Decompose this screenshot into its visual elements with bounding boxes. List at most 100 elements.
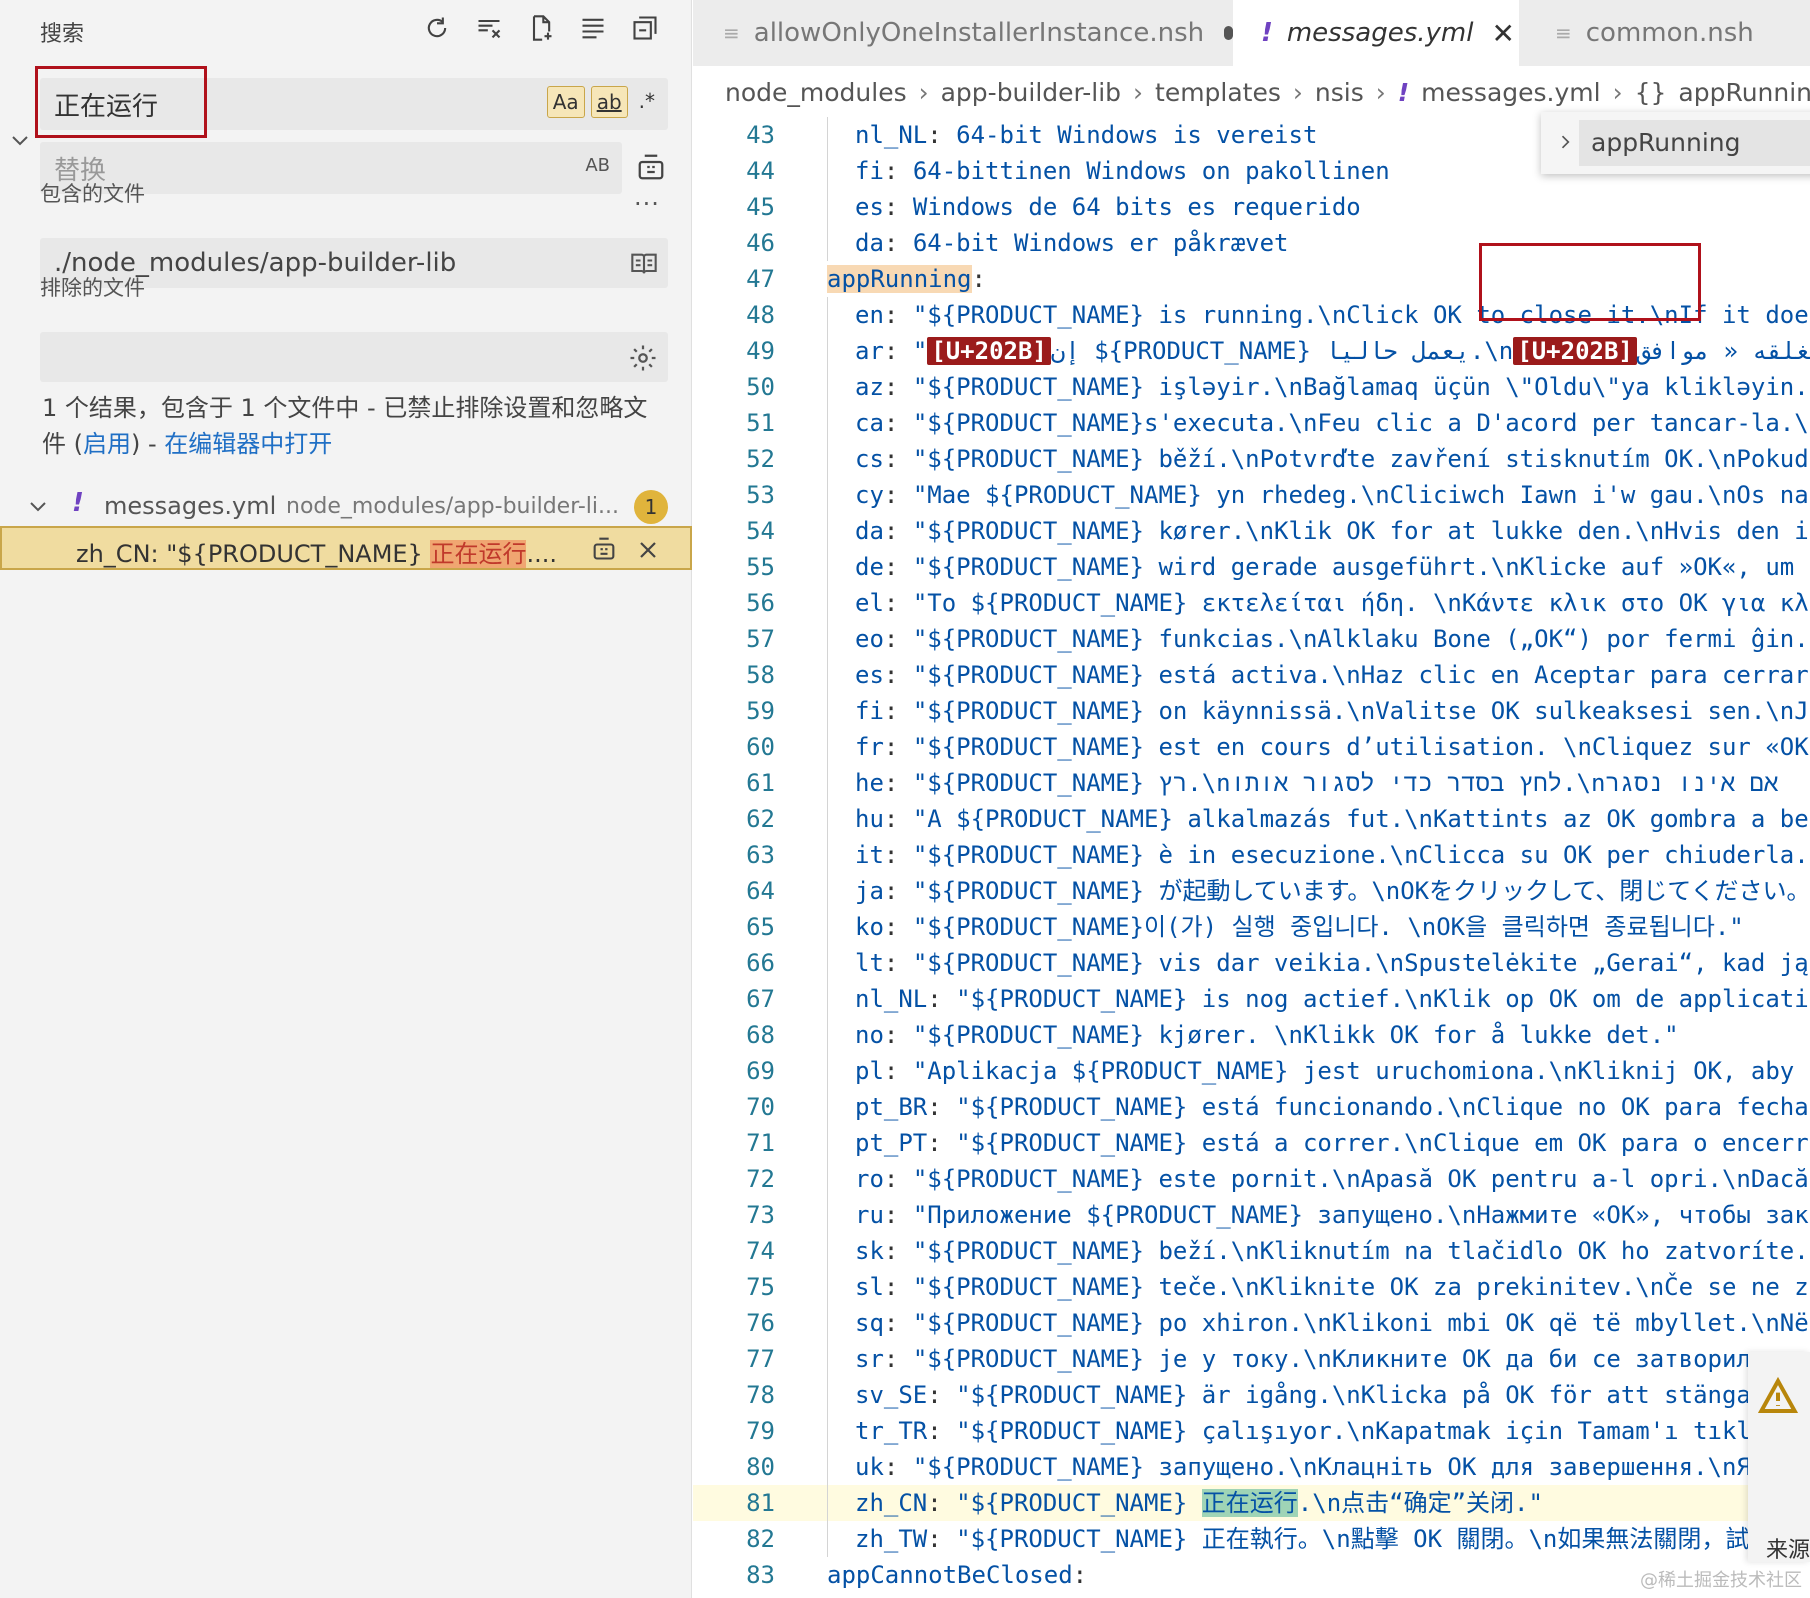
result-file-row[interactable]: ! messages.yml node_modules/app-builder-… — [0, 486, 692, 526]
open-in-editor-link[interactable]: 在编辑器中打开 — [164, 430, 332, 458]
view-as-tree-icon[interactable] — [577, 12, 609, 44]
code-line[interactable]: 61 he: "${PRODUCT_NAME} רץ.\nלחץ בסדר כדי… — [693, 765, 1810, 801]
tab-allow-only-one-installer[interactable]: ≡ allowOnlyOneInstallerInstance.nsh — [693, 0, 1233, 66]
code-line[interactable]: 70 pt_BR: "${PRODUCT_NAME} está funcionan… — [693, 1089, 1810, 1125]
use-exclude-settings-gear-icon[interactable] — [628, 343, 658, 373]
yaml-key: ru — [855, 1201, 884, 1229]
match-whole-word-toggle[interactable]: ab — [590, 86, 628, 118]
line-number: 77 — [746, 1345, 775, 1373]
clear-results-icon[interactable] — [473, 12, 505, 44]
code-line[interactable]: 72 ro: "${PRODUCT_NAME} este pornit.\nApa… — [693, 1161, 1810, 1197]
code-line[interactable]: 79 tr_TR: "${PRODUCT_NAME} çalışıyor.\nKa… — [693, 1413, 1810, 1449]
code-line[interactable]: 71 pt_PT: "${PRODUCT_NAME} está a correr.… — [693, 1125, 1810, 1161]
yaml-key: fi — [855, 697, 884, 725]
dismiss-match-close-icon[interactable] — [636, 538, 660, 562]
replace-all-icon[interactable] — [636, 152, 666, 182]
match-count-badge: 1 — [634, 490, 668, 524]
close-tab-icon[interactable]: ✕ — [1491, 17, 1514, 50]
toggle-search-details-icon[interactable]: ··· — [634, 190, 660, 218]
code-line[interactable]: 50 az: "${PRODUCT_NAME} işləyir.\nBağlama… — [693, 369, 1810, 405]
yaml-key: appCannotBeClosed — [827, 1561, 1073, 1589]
code-line[interactable]: 60 fr: "${PRODUCT_NAME} est en cours d’ut… — [693, 729, 1810, 765]
replace-match-icon[interactable] — [590, 534, 618, 564]
code-line[interactable]: 65 ko: "${PRODUCT_NAME}이(가) 실행 중입니다. \nOK… — [693, 909, 1810, 945]
code-line[interactable]: 64 ja: "${PRODUCT_NAME} が起動しています。\nOKをクリッ… — [693, 873, 1810, 909]
files-to-exclude-input[interactable] — [40, 332, 668, 382]
code-line[interactable]: 81 zh_CN: "${PRODUCT_NAME} 正在运行.\n点击“确定”关… — [693, 1485, 1810, 1521]
breadcrumb-item[interactable]: messages.yml — [1421, 78, 1600, 107]
code-line[interactable]: 52 cs: "${PRODUCT_NAME} běží.\nPotvrďte z… — [693, 441, 1810, 477]
result-match-row[interactable]: zh_CN: "${PRODUCT_NAME} 正在运行.... — [0, 526, 692, 570]
code-line[interactable]: 76 sq: "${PRODUCT_NAME} po xhiron.\nKliko… — [693, 1305, 1810, 1341]
breadcrumb-item[interactable]: templates — [1155, 78, 1281, 107]
object-braces-icon: {} — [1634, 77, 1667, 107]
code-text: he: "${PRODUCT_NAME} רץ.\nלחץ בסדר כדי ל… — [825, 765, 1778, 801]
enable-exclude-link[interactable]: 启用 — [83, 430, 131, 458]
code-line[interactable]: 78 sv_SE: "${PRODUCT_NAME} är igång.\nKli… — [693, 1377, 1810, 1413]
code-text: it: "${PRODUCT_NAME} è in esecuzione.\nC… — [825, 837, 1809, 873]
code-line[interactable]: 77 sr: "${PRODUCT_NAME} је у току.\nКликн… — [693, 1341, 1810, 1377]
code-line[interactable]: 57 eo: "${PRODUCT_NAME} funkcias.\nAlklak… — [693, 621, 1810, 657]
code-line[interactable]: 53 cy: "Mae ${PRODUCT_NAME} yn rhedeg.\nC… — [693, 477, 1810, 513]
line-number: 68 — [746, 1021, 775, 1049]
code-text: ja: "${PRODUCT_NAME} が起動しています。\nOKをクリックし… — [825, 873, 1810, 909]
breadcrumb-item[interactable]: appRunning — [1678, 78, 1810, 107]
chevron-down-icon[interactable] — [26, 494, 50, 518]
code-line[interactable]: 69 pl: "Aplikacja ${PRODUCT_NAME} jest ur… — [693, 1053, 1810, 1089]
yaml-key: cy — [855, 481, 884, 509]
code-line[interactable]: 44 fi: 64-bittinen Windows on pakollinen — [693, 153, 1810, 189]
code-line[interactable]: 58 es: "${PRODUCT_NAME} está activa.\nHaz… — [693, 657, 1810, 693]
refresh-icon[interactable] — [421, 12, 453, 44]
yaml-value: .\n点击“确定”关闭." — [1297, 1489, 1543, 1517]
code-line[interactable]: 68 no: "${PRODUCT_NAME} kjører. \nKlikk O… — [693, 1017, 1810, 1053]
code-line[interactable]: 49 ar: " [U+202B] إن ${PRODUCT_NAME} يعمل ح… — [693, 333, 1810, 369]
code-line[interactable]: 82 zh_TW: "${PRODUCT_NAME} 正在執行。\n點擊 OK 關… — [693, 1521, 1810, 1557]
toggle-replace-chevron-icon[interactable] — [8, 128, 32, 152]
approunning-annotation-box — [1479, 243, 1701, 321]
code-line[interactable]: 66 lt: "${PRODUCT_NAME} vis dar veikia.\n… — [693, 945, 1810, 981]
yaml-value: "${PRODUCT_NAME} beží.\nKliknutím na tla… — [912, 1237, 1809, 1265]
code-line[interactable]: 55 de: "${PRODUCT_NAME} wird gerade ausge… — [693, 549, 1810, 585]
new-search-editor-icon[interactable] — [525, 12, 557, 44]
code-line[interactable]: 43 nl_NL: 64-bit Windows is vereist — [693, 117, 1810, 153]
code-line[interactable]: 75 sl: "${PRODUCT_NAME} teče.\nKliknite O… — [693, 1269, 1810, 1305]
code-line[interactable]: 51 ca: "${PRODUCT_NAME}s'executa.\nFeu cl… — [693, 405, 1810, 441]
code-line[interactable]: 45 es: Windows de 64 bits es requerido — [693, 189, 1810, 225]
code-line[interactable]: 56 el: "Το ${PRODUCT_NAME} εκτελείται ήδη… — [693, 585, 1810, 621]
collapse-all-icon[interactable] — [629, 12, 661, 44]
unsaved-dot-icon[interactable] — [1224, 26, 1233, 40]
breadcrumb-item[interactable]: nsis — [1315, 78, 1364, 107]
match-highlight: 正在运行 — [430, 540, 527, 568]
code-line[interactable]: 59 fi: "${PRODUCT_NAME} on käynnissä.\nVa… — [693, 693, 1810, 729]
yaml-key: nl_NL — [855, 985, 928, 1013]
code-line[interactable]: 54 da: "${PRODUCT_NAME} kører.\nKlik OK f… — [693, 513, 1810, 549]
yaml-colon: : — [883, 625, 913, 653]
code-text: nl_NL: 64-bit Windows is vereist — [825, 117, 1317, 153]
breadcrumb-item[interactable]: node_modules — [725, 78, 907, 107]
code-area[interactable]: 43 nl_NL: 64-bit Windows is vereist 44 fi: … — [693, 117, 1810, 1593]
breadcrumb-item[interactable]: app-builder-lib — [941, 78, 1121, 107]
include-files-label: 包含的文件 — [40, 182, 145, 206]
code-line[interactable]: 73 ru: "Приложение ${PRODUCT_NAME} запуще… — [693, 1197, 1810, 1233]
yaml-colon: : — [883, 733, 913, 761]
yaml-colon: : — [883, 1273, 913, 1301]
yaml-value: "${PRODUCT_NAME} está funcionando.\nCliq… — [956, 1093, 1809, 1121]
preserve-case-toggle[interactable]: AB — [585, 155, 610, 176]
yaml-colon: : — [883, 1309, 913, 1337]
code-line[interactable]: 63 it: "${PRODUCT_NAME} è in esecuzione.\… — [693, 837, 1810, 873]
yaml-key: cs — [855, 445, 884, 473]
yaml-key: sr — [855, 1345, 884, 1373]
tab-common-nsh[interactable]: ≡ common.nsh — [1525, 0, 1810, 66]
yaml-key: tr_TR — [855, 1417, 928, 1445]
tab-messages-yml[interactable]: ! messages.yml ✕ — [1233, 0, 1519, 66]
yaml-key: appRunning — [827, 265, 972, 293]
warning-icon[interactable] — [1757, 1376, 1799, 1413]
code-line[interactable]: 80 uk: "${PRODUCT_NAME} запущено.\nКлацні… — [693, 1449, 1810, 1485]
code-line[interactable]: 74 sk: "${PRODUCT_NAME} beží.\nKliknutím … — [693, 1233, 1810, 1269]
search-only-open-editors-icon[interactable] — [630, 250, 658, 276]
code-line[interactable]: 62 hu: "A ${PRODUCT_NAME} alkalmazás fut.… — [693, 801, 1810, 837]
code-line[interactable]: 67 nl_NL: "${PRODUCT_NAME} is nog actief.… — [693, 981, 1810, 1017]
match-case-toggle[interactable]: Aa — [546, 86, 585, 118]
use-regex-toggle[interactable]: .* — [634, 86, 660, 118]
yaml-value: "Aplikacja ${PRODUCT_NAME} jest uruchomi… — [912, 1057, 1795, 1085]
